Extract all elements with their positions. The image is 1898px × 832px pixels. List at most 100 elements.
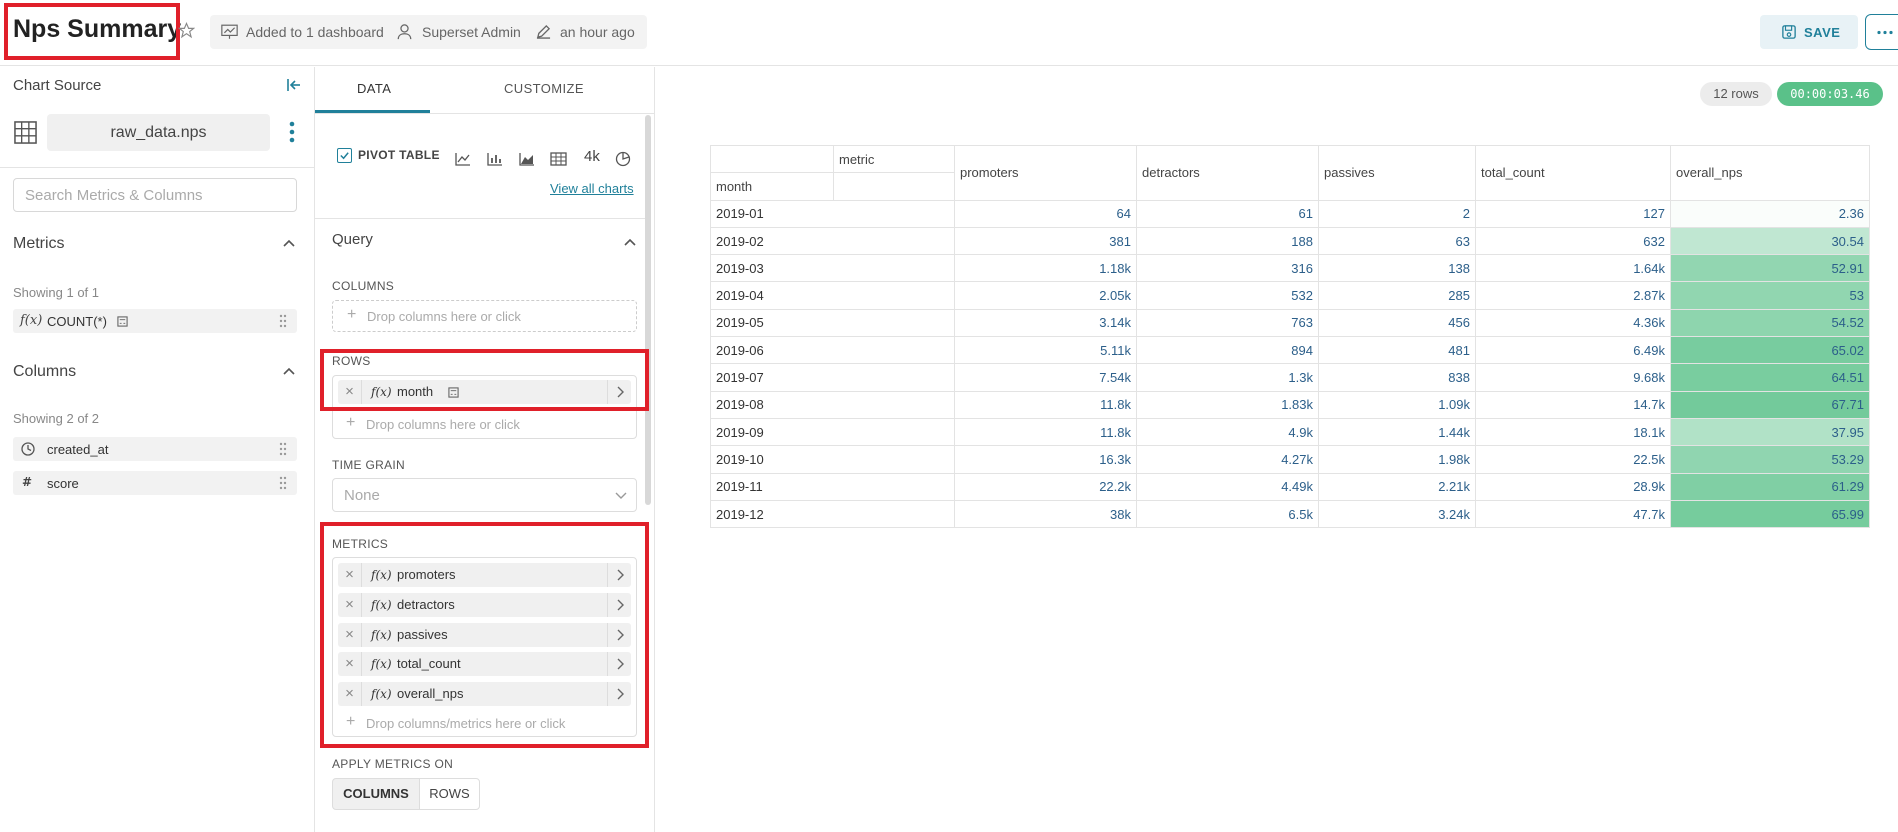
drag-handle-icon[interactable] (279, 476, 287, 490)
value-cell: 456 (1318, 308, 1476, 338)
columns-label: COLUMNS (332, 279, 395, 293)
row-header: month (710, 172, 834, 201)
table-row: 2019-02 381 188 63 632 30.54 (710, 226, 1870, 256)
value-cell: 3.14k (954, 308, 1137, 338)
value-cell: 22.2k (954, 472, 1137, 501)
value-cell: 285 (1318, 281, 1476, 310)
value-cell: 61 (1136, 199, 1319, 228)
highlight-box-title (4, 3, 180, 60)
time-grain-select[interactable]: None (332, 478, 637, 512)
column-header[interactable]: passives (1318, 145, 1476, 201)
kebab-menu-icon[interactable] (289, 121, 295, 143)
apply-rows-button[interactable]: ROWS (419, 778, 480, 810)
tab-customize[interactable]: CUSTOMIZE (504, 81, 584, 96)
column-item[interactable]: created_at (13, 437, 297, 461)
table-row: 2019-10 16.3k 4.27k 1.98k 22.5k 53.29 (710, 445, 1870, 474)
columns-showing-count: Showing 2 of 2 (13, 411, 100, 426)
value-cell: 64 (954, 199, 1137, 228)
columns-section-title[interactable]: Columns (13, 363, 76, 381)
chart-area: 12 rows 00:00:03.46 metric promoters det… (656, 67, 1898, 832)
collapse-panel-icon[interactable] (287, 78, 301, 92)
rows-drop-zone[interactable]: + Drop columns here or click (333, 412, 636, 436)
value-cell: 1.18k (954, 254, 1137, 283)
month-cell: 2019-02 (710, 226, 955, 256)
value-cell: 37.95 (1670, 417, 1870, 447)
month-cell: 2019-12 (710, 499, 955, 529)
apply-metrics-label: APPLY METRICS ON (332, 757, 454, 771)
apply-columns-button[interactable]: COLUMNS (332, 778, 420, 810)
column-header[interactable]: promoters (954, 145, 1137, 201)
value-cell: 2.21k (1318, 472, 1476, 501)
drag-handle-icon[interactable] (279, 442, 287, 456)
value-cell: 67.71 (1670, 390, 1870, 419)
value-cell: 61.29 (1670, 472, 1870, 501)
columns-drop-zone[interactable]: + Drop columns here or click (332, 300, 637, 332)
metric-item[interactable]: f(x) COUNT(*) (13, 309, 297, 333)
value-cell: 4.36k (1475, 308, 1671, 338)
divider (0, 167, 315, 168)
blank-cell (833, 172, 955, 201)
value-cell: 4.49k (1136, 472, 1319, 501)
bar-chart-icon[interactable] (487, 152, 503, 166)
value-cell: 14.7k (1475, 390, 1671, 419)
value-cell: 127 (1475, 199, 1671, 228)
chevron-up-icon[interactable] (283, 239, 295, 247)
month-cell: 2019-08 (710, 390, 955, 419)
search-box[interactable] (13, 178, 297, 212)
view-all-charts-link[interactable]: View all charts (550, 181, 634, 196)
value-cell: 4.9k (1136, 417, 1319, 447)
value-cell: 11.8k (954, 417, 1137, 447)
time-grain-value: None (344, 487, 380, 504)
highlight-box-metrics (320, 522, 649, 748)
month-cell: 2019-09 (710, 417, 955, 447)
dataset-name[interactable]: raw_data.nps (47, 114, 270, 151)
save-button[interactable]: SAVE (1760, 15, 1858, 49)
month-cell: 2019-05 (710, 308, 955, 338)
table-chart-icon[interactable] (550, 152, 567, 166)
value-cell: 532 (1136, 281, 1319, 310)
column-header[interactable]: total_count (1475, 145, 1671, 201)
value-cell: 316 (1136, 254, 1319, 283)
metrics-section-title[interactable]: Metrics (13, 235, 65, 253)
value-cell: 1.44k (1318, 417, 1476, 447)
owner-name[interactable]: Superset Admin (422, 24, 521, 40)
month-cell: 2019-03 (710, 254, 955, 283)
user-icon (397, 24, 412, 40)
pie-chart-icon[interactable] (615, 151, 631, 167)
table-row: 2019-05 3.14k 763 456 4.36k 54.52 (710, 308, 1870, 338)
big-number-icon[interactable]: 4k (584, 148, 600, 165)
column-name: created_at (47, 442, 109, 457)
month-cell: 2019-10 (710, 445, 955, 474)
line-chart-icon[interactable] (455, 152, 471, 166)
metadata-bar: Added to 1 dashboard Superset Admin an h… (210, 15, 647, 49)
value-cell: 53 (1670, 281, 1870, 310)
viz-type-label[interactable]: PIVOT TABLE (358, 148, 440, 162)
column-header[interactable]: overall_nps (1670, 145, 1870, 201)
more-options-button[interactable] (1865, 14, 1898, 50)
chevron-up-icon[interactable] (283, 367, 295, 375)
value-cell: 2.05k (954, 281, 1137, 310)
dashboard-count[interactable]: Added to 1 dashboard (246, 24, 384, 40)
value-cell: 894 (1136, 336, 1319, 365)
star-icon[interactable] (178, 22, 195, 39)
scrollbar[interactable] (645, 115, 651, 505)
table-row: 2019-12 38k 6.5k 3.24k 47.7k 65.99 (710, 499, 1870, 529)
tab-data[interactable]: DATA (357, 81, 391, 96)
value-cell: 11.8k (954, 390, 1137, 419)
column-item[interactable]: # score (13, 471, 297, 495)
value-cell: 7.54k (954, 363, 1137, 392)
modified-time[interactable]: an hour ago (560, 24, 635, 40)
chevron-down-icon (615, 492, 627, 499)
table-row: 2019-01 64 61 2 127 2.36 (710, 199, 1870, 228)
value-cell: 54.52 (1670, 308, 1870, 338)
area-chart-icon[interactable] (519, 152, 535, 166)
query-section-title[interactable]: Query (332, 231, 373, 248)
column-header[interactable]: detractors (1136, 145, 1319, 201)
search-input[interactable] (14, 179, 296, 211)
value-cell: 6.49k (1475, 336, 1671, 365)
chevron-up-icon[interactable] (624, 238, 636, 246)
pivot-table: metric promoters detractors passives tot… (710, 144, 1870, 529)
value-cell: 53.29 (1670, 445, 1870, 474)
drag-handle-icon[interactable] (279, 314, 287, 328)
value-cell: 47.7k (1475, 499, 1671, 529)
